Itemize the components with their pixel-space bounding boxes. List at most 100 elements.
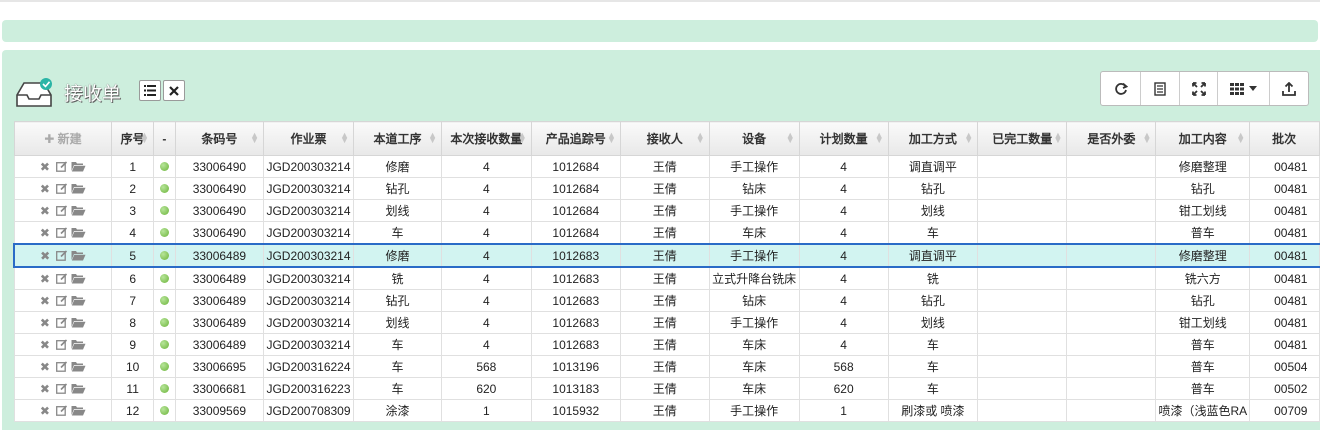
table-row[interactable]: ✖ 12 33009569 JGD200708309 涂漆 1 1015932 王倩 手工操作 1… xyxy=(13,399,1320,422)
cell-track: 1012684 xyxy=(530,199,621,222)
columns-dropdown-button[interactable] xyxy=(1218,72,1270,105)
column-header-receiver[interactable]: 接收人 ▲ ▼ xyxy=(619,121,710,156)
table-row[interactable]: ✖ 6 33006489 JGD200303214 铣 4 1012683 王倩 立式升降台铣床… xyxy=(13,266,1320,290)
delete-icon[interactable]: ✖ xyxy=(40,226,53,240)
table-row[interactable]: ✖ 4 33006490 JGD200303214 车 4 1012684 王倩 车床 4 车普车 0… xyxy=(13,221,1320,245)
fullscreen-button[interactable] xyxy=(1180,72,1218,105)
edit-icon[interactable] xyxy=(56,316,68,328)
cell-status xyxy=(152,177,176,200)
column-header-qty[interactable]: 本次接收数量 ▲ ▼ xyxy=(441,121,532,156)
cell-status xyxy=(152,399,176,422)
delete-icon[interactable]: ✖ xyxy=(40,160,53,174)
folder-open-icon[interactable] xyxy=(71,361,86,372)
close-panel-button[interactable] xyxy=(163,80,185,101)
cell-process: 涂漆 xyxy=(352,399,443,422)
new-row-button[interactable]: ✚ 新建 xyxy=(13,121,113,156)
folder-open-icon[interactable] xyxy=(71,273,86,284)
folder-open-icon[interactable] xyxy=(71,161,86,172)
column-header-outsource[interactable]: 是否外委 ▲ ▼ xyxy=(1066,121,1157,156)
row-actions: ✖ xyxy=(13,243,113,268)
cell-seq: 9 xyxy=(111,333,154,356)
edit-icon[interactable] xyxy=(56,160,68,172)
cell-seq: 5 xyxy=(111,243,154,268)
delete-icon[interactable]: ✖ xyxy=(40,316,53,330)
column-header-done[interactable]: 已完工数量 ▲ ▼ xyxy=(977,121,1068,156)
column-header-barcode[interactable]: 条码号 ▲ ▼ xyxy=(174,121,265,156)
cell-plan: 4 xyxy=(798,199,889,222)
folder-open-icon[interactable] xyxy=(71,295,86,306)
folder-open-icon[interactable] xyxy=(71,339,86,350)
table-row[interactable]: ✖ 5 33006489 JGD200303214 修磨 4 1012683 王倩 手工操作 4 调… xyxy=(13,243,1320,268)
sort-icon: ▲ ▼ xyxy=(1142,130,1152,145)
cell-qty: 4 xyxy=(441,311,532,334)
column-header-plan[interactable]: 计划数量 ▲ ▼ xyxy=(798,121,889,156)
folder-open-icon[interactable] xyxy=(71,405,86,416)
edit-icon[interactable] xyxy=(56,338,68,350)
delete-icon[interactable]: ✖ xyxy=(40,204,53,218)
fullscreen-icon xyxy=(1191,81,1206,96)
cell-content: 修磨整理 xyxy=(1155,243,1251,268)
cell-qty: 4 xyxy=(441,221,532,245)
folder-open-icon[interactable] xyxy=(71,205,86,216)
cell-track: 1012683 xyxy=(530,289,621,312)
edit-icon[interactable] xyxy=(56,226,68,238)
delete-icon[interactable]: ✖ xyxy=(40,382,53,396)
delete-icon[interactable]: ✖ xyxy=(40,182,53,196)
sort-icon: ▲ ▼ xyxy=(340,130,349,145)
cell-content: 铣六方 xyxy=(1155,266,1251,290)
folder-open-icon[interactable] xyxy=(71,250,86,261)
view-document-button[interactable] xyxy=(1141,72,1180,105)
column-header-device[interactable]: 设备 ▲ ▼ xyxy=(708,121,800,156)
cell-receiver: 王倩 xyxy=(619,243,710,268)
cell-seq: 8 xyxy=(111,311,154,334)
cell-plan: 1 xyxy=(798,399,889,422)
export-button[interactable] xyxy=(1270,72,1308,105)
edit-icon[interactable] xyxy=(56,404,68,416)
delete-icon[interactable]: ✖ xyxy=(40,338,53,352)
table-row[interactable]: ✖ 1 33006490 JGD200303214 修磨 4 1012684 王倩 手工操作 4 调… xyxy=(13,155,1320,178)
column-header-process[interactable]: 本道工序 ▲ ▼ xyxy=(352,121,443,156)
cell-done xyxy=(977,289,1068,312)
refresh-button[interactable] xyxy=(1101,72,1141,105)
delete-icon[interactable]: ✖ xyxy=(40,404,53,418)
column-header-content[interactable]: 加工内容 ▲ ▼ xyxy=(1155,121,1251,156)
edit-icon[interactable] xyxy=(56,272,68,284)
list-view-button[interactable] xyxy=(139,80,161,101)
cell-status xyxy=(152,243,176,268)
sort-icon: ▲ ▼ xyxy=(874,130,884,145)
column-header-method[interactable]: 加工方式 ▲ ▼ xyxy=(887,121,979,156)
folder-open-icon[interactable] xyxy=(71,183,86,194)
cell-process: 钻孔 xyxy=(352,177,443,200)
edit-icon[interactable] xyxy=(56,382,68,394)
edit-icon[interactable] xyxy=(56,204,68,216)
cell-outsource xyxy=(1066,177,1157,200)
table-row[interactable]: ✖ 3 33006490 JGD200303214 划线 4 1012684 王倩 手工操作 4 划… xyxy=(13,199,1320,222)
folder-open-icon[interactable] xyxy=(71,383,86,394)
cell-track: 1012684 xyxy=(530,155,621,178)
close-icon xyxy=(169,85,179,96)
cell-method: 刷漆或 喷漆 xyxy=(887,399,979,422)
delete-icon[interactable]: ✖ xyxy=(40,294,53,308)
column-header-ticket[interactable]: 作业票 ▲ ▼ xyxy=(263,121,354,156)
edit-icon[interactable] xyxy=(56,182,68,194)
column-header-seq[interactable]: 序号 ▲ ▼ xyxy=(111,121,154,156)
folder-open-icon[interactable] xyxy=(71,317,86,328)
table-row[interactable]: ✖ 9 33006489 JGD200303214 车 4 1012683 王倩 车床 4 车普车 0… xyxy=(13,333,1320,356)
column-header-batch[interactable]: 批次 xyxy=(1249,121,1320,156)
table-row[interactable]: ✖ 7 33006489 JGD200303214 钻孔 4 1012683 王倩 钻床 4 钻孔钻… xyxy=(13,289,1320,312)
table-row[interactable]: ✖ 11 33006681 JGD200316223 车 620 1013183 王倩 车床 62… xyxy=(13,377,1320,400)
edit-icon[interactable] xyxy=(56,249,68,261)
edit-icon[interactable] xyxy=(56,294,68,306)
column-header-track[interactable]: 产品追踪号 ▲ ▼ xyxy=(530,121,621,156)
edit-icon[interactable] xyxy=(56,360,68,372)
delete-icon[interactable]: ✖ xyxy=(40,360,53,374)
table-row[interactable]: ✖ 8 33006489 JGD200303214 划线 4 1012683 王倩 手工操作 4 划… xyxy=(13,311,1320,334)
delete-icon[interactable]: ✖ xyxy=(40,272,53,286)
table-row[interactable]: ✖ 2 33006490 JGD200303214 钻孔 4 1012684 王倩 钻床 4 钻孔钻… xyxy=(13,177,1320,200)
cell-done xyxy=(977,243,1068,268)
cell-barcode: 33006695 xyxy=(174,355,265,378)
folder-open-icon[interactable] xyxy=(71,227,86,238)
delete-icon[interactable]: ✖ xyxy=(40,249,53,263)
table-row[interactable]: ✖ 10 33006695 JGD200316224 车 568 1013196 王倩 车床 56… xyxy=(13,355,1320,378)
cell-batch: 00709 xyxy=(1249,399,1320,422)
